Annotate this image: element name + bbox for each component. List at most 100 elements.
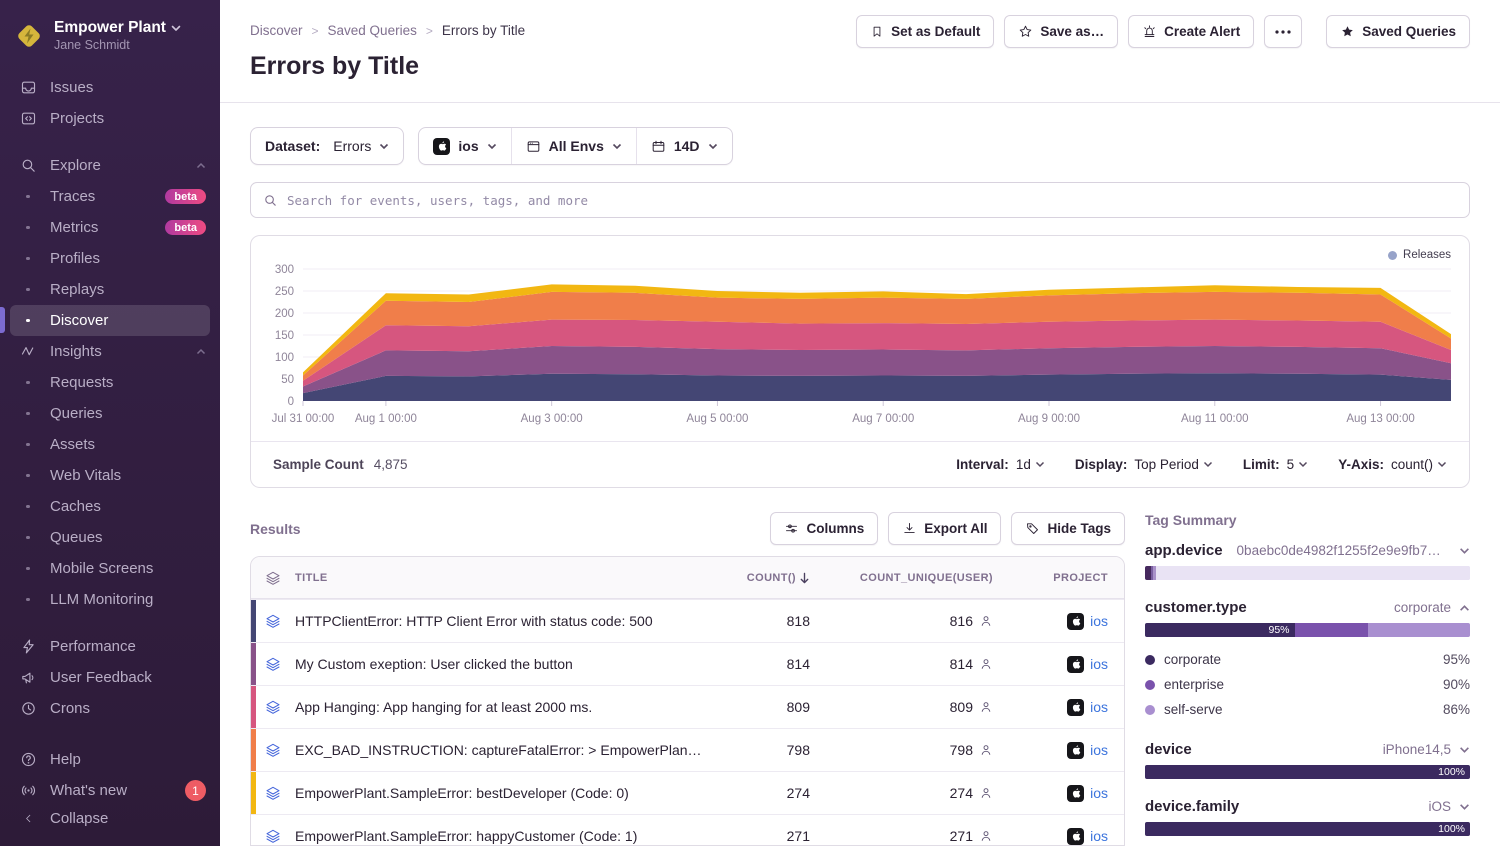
sidebar-item-traces[interactable]: Traces beta [0, 181, 220, 212]
sidebar-item-profiles[interactable]: Profiles [0, 243, 220, 274]
error-title-link[interactable]: HTTPClientError: HTTP Client Error with … [295, 613, 714, 629]
error-title-link[interactable]: EXC_BAD_INSTRUCTION: captureFatalError: … [295, 742, 714, 758]
user-icon [979, 786, 993, 800]
sidebar-item-label: User Feedback [50, 669, 152, 686]
tag-distribution-bar[interactable] [1145, 566, 1470, 580]
bullet-icon [18, 319, 38, 323]
project-link[interactable]: ios [1090, 785, 1108, 801]
column-count-unique[interactable]: COUNT_UNIQUE(USER) [824, 572, 1009, 584]
tag-legend-row[interactable]: self-serve 86% [1145, 697, 1470, 722]
sidebar-item-insights[interactable]: Insights [0, 336, 220, 367]
project-link[interactable]: ios [1090, 828, 1108, 844]
sidebar-item-performance[interactable]: Performance [0, 631, 220, 662]
tag-header[interactable]: device.family iOS [1145, 798, 1470, 815]
chevron-up-icon [1459, 604, 1470, 612]
error-title-link[interactable]: EmpowerPlant.SampleError: happyCustomer … [295, 828, 714, 844]
sidebar-item-mobile-screens[interactable]: Mobile Screens [0, 553, 220, 584]
bullet-icon [18, 598, 38, 602]
interval-dropdown[interactable]: Interval:1d [956, 457, 1045, 472]
sidebar-item-discover[interactable]: Discover [10, 305, 210, 336]
sample-count-label: Sample Count [273, 457, 364, 472]
tag-header[interactable]: customer.type corporate [1145, 599, 1470, 616]
layers-icon[interactable] [251, 828, 295, 844]
tag-distribution-bar[interactable]: 100% [1145, 822, 1470, 836]
dataset-selector[interactable]: Dataset:Errors [250, 127, 404, 165]
chevron-down-icon [1203, 461, 1213, 468]
tag-section-device-family: device.family iOS 100% [1145, 798, 1470, 836]
sidebar-item-user-feedback[interactable]: User Feedback [0, 662, 220, 693]
chevron-up-icon [196, 162, 206, 169]
columns-button[interactable]: Columns [770, 512, 878, 545]
environment-filter[interactable]: All Envs [512, 128, 636, 164]
project-link[interactable]: ios [1090, 742, 1108, 758]
tag-key: app.device [1145, 542, 1223, 559]
sidebar-item-help[interactable]: Help [0, 744, 220, 775]
project-link[interactable]: ios [1090, 699, 1108, 715]
window-icon [526, 139, 541, 154]
table-row: HTTPClientError: HTTP Client Error with … [251, 599, 1124, 642]
save-as-button[interactable]: Save as… [1004, 15, 1118, 48]
sidebar-item-label: Collapse [50, 810, 108, 827]
search-input[interactable] [287, 193, 1457, 208]
tag-header[interactable]: app.device 0baebc0de4982f1255f2e9e9fb7… [1145, 542, 1470, 559]
layers-icon[interactable] [251, 699, 295, 715]
sidebar-item-caches[interactable]: Caches [0, 491, 220, 522]
svg-text:Jul 31 00:00: Jul 31 00:00 [272, 413, 335, 425]
sidebar-item-web-vitals[interactable]: Web Vitals [0, 460, 220, 491]
bullet-icon [18, 443, 38, 447]
sort-desc-icon [799, 572, 810, 584]
user-icon [979, 657, 993, 671]
hide-tags-button[interactable]: Hide Tags [1011, 512, 1125, 545]
sidebar-item-queues[interactable]: Queues [0, 522, 220, 553]
tag-key: device.family [1145, 798, 1239, 815]
display-dropdown[interactable]: Display:Top Period [1075, 457, 1213, 472]
create-alert-button[interactable]: Create Alert [1128, 15, 1254, 48]
project-link[interactable]: ios [1090, 656, 1108, 672]
project-filter[interactable]: ios [419, 128, 510, 164]
org-switcher[interactable]: Empower Plant Jane Schmidt [0, 0, 220, 72]
tag-legend-row[interactable]: corporate 95% [1145, 647, 1470, 672]
sidebar-item-replays[interactable]: Replays [0, 274, 220, 305]
tag-header[interactable]: device iPhone14,5 [1145, 741, 1470, 758]
breadcrumb-saved-queries[interactable]: Saved Queries [328, 23, 417, 38]
sidebar-item-issues[interactable]: Issues [0, 72, 220, 103]
limit-dropdown[interactable]: Limit:5 [1243, 457, 1308, 472]
set-as-default-button[interactable]: Set as Default [856, 15, 994, 48]
svg-text:150: 150 [275, 330, 294, 342]
sidebar-item-queries[interactable]: Queries [0, 398, 220, 429]
date-range-filter[interactable]: 14D [637, 128, 732, 164]
layers-icon[interactable] [251, 742, 295, 758]
yaxis-dropdown[interactable]: Y-Axis:count() [1338, 457, 1447, 472]
tag-legend-row[interactable]: enterprise 90% [1145, 672, 1470, 697]
sidebar-item-explore[interactable]: Explore [0, 150, 220, 181]
sidebar-item-projects[interactable]: Projects [0, 103, 220, 134]
saved-queries-button[interactable]: Saved Queries [1326, 15, 1470, 48]
error-title-link[interactable]: EmpowerPlant.SampleError: bestDeveloper … [295, 785, 714, 801]
layers-icon[interactable] [251, 613, 295, 629]
breadcrumb-discover[interactable]: Discover [250, 23, 303, 38]
sidebar-item-requests[interactable]: Requests [0, 367, 220, 398]
tag-section-app-device: app.device 0baebc0de4982f1255f2e9e9fb7… [1145, 542, 1470, 580]
releases-legend-toggle[interactable]: Releases [1388, 249, 1451, 261]
sidebar-item-assets[interactable]: Assets [0, 429, 220, 460]
error-title-link[interactable]: App Hanging: App hanging for at least 20… [295, 699, 714, 715]
beta-badge: beta [165, 189, 206, 204]
sidebar-item-metrics[interactable]: Metrics beta [0, 212, 220, 243]
column-title: TITLE [295, 572, 714, 584]
export-all-button[interactable]: Export All [888, 512, 1001, 545]
tag-distribution-bar[interactable]: 100% [1145, 765, 1470, 779]
sidebar-collapse-button[interactable]: Collapse [0, 803, 220, 834]
sidebar-item-label: Web Vitals [50, 467, 121, 484]
layers-icon[interactable] [251, 785, 295, 801]
breadcrumb: Discover > Saved Queries > Errors by Tit… [250, 23, 525, 38]
tag-distribution-bar[interactable]: 95% [1145, 623, 1470, 637]
column-count-sort[interactable]: COUNT() [714, 572, 824, 584]
project-link[interactable]: ios [1090, 613, 1108, 629]
sidebar-item-crons[interactable]: Crons [0, 693, 220, 724]
layers-icon[interactable] [251, 656, 295, 672]
error-title-link[interactable]: My Custom exeption: User clicked the but… [295, 656, 714, 672]
sidebar-item-label: Assets [50, 436, 95, 453]
more-options-button[interactable] [1264, 15, 1302, 48]
sidebar-item-llm-monitoring[interactable]: LLM Monitoring [0, 584, 220, 615]
sidebar-item-whats-new[interactable]: What's new 1 [0, 775, 220, 806]
